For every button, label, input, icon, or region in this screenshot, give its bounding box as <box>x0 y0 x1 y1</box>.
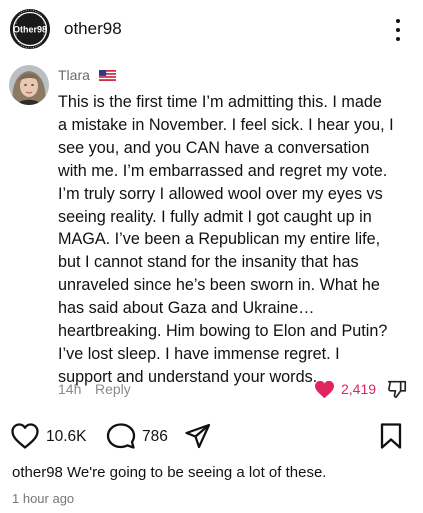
comment-card: Tlara This is the first time I’m admitti… <box>0 60 423 400</box>
avatar-image <box>9 65 49 105</box>
commenter-name[interactable]: Tlara <box>58 67 90 83</box>
comment-age: 14h <box>58 381 82 397</box>
us-flag-icon <box>98 70 116 81</box>
like-count: 10.6K <box>46 428 87 445</box>
reply-button[interactable]: Reply <box>95 381 131 397</box>
save-button[interactable] <box>379 422 403 455</box>
post-caption: other98 We're going to be seeing a lot o… <box>12 464 326 481</box>
commenter-line: Tlara <box>58 67 116 83</box>
heart-outline-icon <box>11 423 39 449</box>
post-timestamp: 1 hour ago <box>12 491 75 506</box>
dislike-button[interactable] <box>386 378 408 400</box>
account-logo[interactable]: Other98 <box>10 9 50 49</box>
send-icon <box>185 423 211 449</box>
caption-username[interactable]: other98 <box>12 464 63 481</box>
comment-button[interactable] <box>106 422 136 455</box>
post-header: Other98 other98 <box>0 0 423 60</box>
logo-text: Other98 <box>13 25 47 35</box>
post-username[interactable]: other98 <box>64 19 122 39</box>
bookmark-icon <box>380 423 402 449</box>
heart-filled-icon <box>315 380 334 398</box>
post-actions-bar: 10.6K 786 <box>0 418 423 452</box>
comment-bubble-icon <box>106 423 136 449</box>
logo-badge-icon: Other98 <box>10 9 50 49</box>
thumbs-down-icon <box>387 380 407 399</box>
comment-count: 786 <box>142 428 168 445</box>
more-vertical-icon[interactable] <box>392 17 404 43</box>
comment-text: This is the first time I’m admitting thi… <box>58 93 394 386</box>
comment-like-button[interactable]: 2,419 <box>314 378 376 400</box>
caption-text: We're going to be seeing a lot of these. <box>67 464 327 481</box>
comment-like-count: 2,419 <box>341 381 377 397</box>
like-button[interactable] <box>10 422 40 455</box>
commenter-avatar[interactable] <box>9 65 49 105</box>
share-button[interactable] <box>184 422 212 455</box>
